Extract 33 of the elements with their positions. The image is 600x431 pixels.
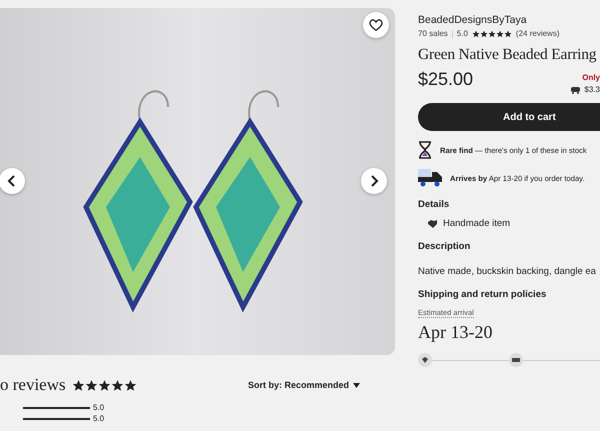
sort-dropdown[interactable]: Sort by: Recommended [248, 380, 360, 390]
rating-value: 5.0 [93, 414, 104, 423]
rating-value: 5.0 [93, 403, 104, 412]
star-icon [84, 378, 98, 392]
favorite-button[interactable] [363, 12, 389, 38]
previous-image-button[interactable] [0, 168, 25, 194]
section-heading: Shipping and return policies [418, 289, 548, 300]
review-count-link[interactable]: (24 reviews) [516, 29, 560, 38]
listing-title: Green Native Beaded Earring [418, 46, 598, 64]
reviews-heading: o reviews [0, 375, 66, 395]
star-icon [72, 378, 85, 392]
chevron-left-icon [7, 175, 17, 187]
hourglass-icon [418, 141, 432, 159]
caret-icon [353, 382, 360, 388]
sales-count: 70 sales [418, 29, 448, 38]
rating-value: 5.0 [456, 29, 468, 38]
stock-note: Only [582, 73, 600, 82]
section-heading: Details [418, 199, 450, 210]
add-to-cart-button[interactable]: Add to cart [418, 103, 600, 131]
shop-name[interactable]: BeadedDesignsByTaya [418, 14, 600, 26]
truck-icon [418, 169, 442, 187]
star-icon [98, 378, 111, 392]
description-text: Native made, buckskin backing, dangle ea [418, 266, 597, 277]
star-icon [110, 378, 124, 392]
next-image-button[interactable] [361, 168, 387, 194]
section-heading: Description [418, 241, 472, 252]
star-icon [124, 378, 137, 392]
chevron-right-icon [369, 175, 379, 187]
heart-icon [369, 18, 383, 32]
price: $25.00 [418, 69, 474, 90]
shipping-price: $3.3 [584, 85, 600, 94]
estimated-date: Apr 13-20 [418, 322, 494, 343]
detail-item: Handmade item [443, 218, 510, 229]
